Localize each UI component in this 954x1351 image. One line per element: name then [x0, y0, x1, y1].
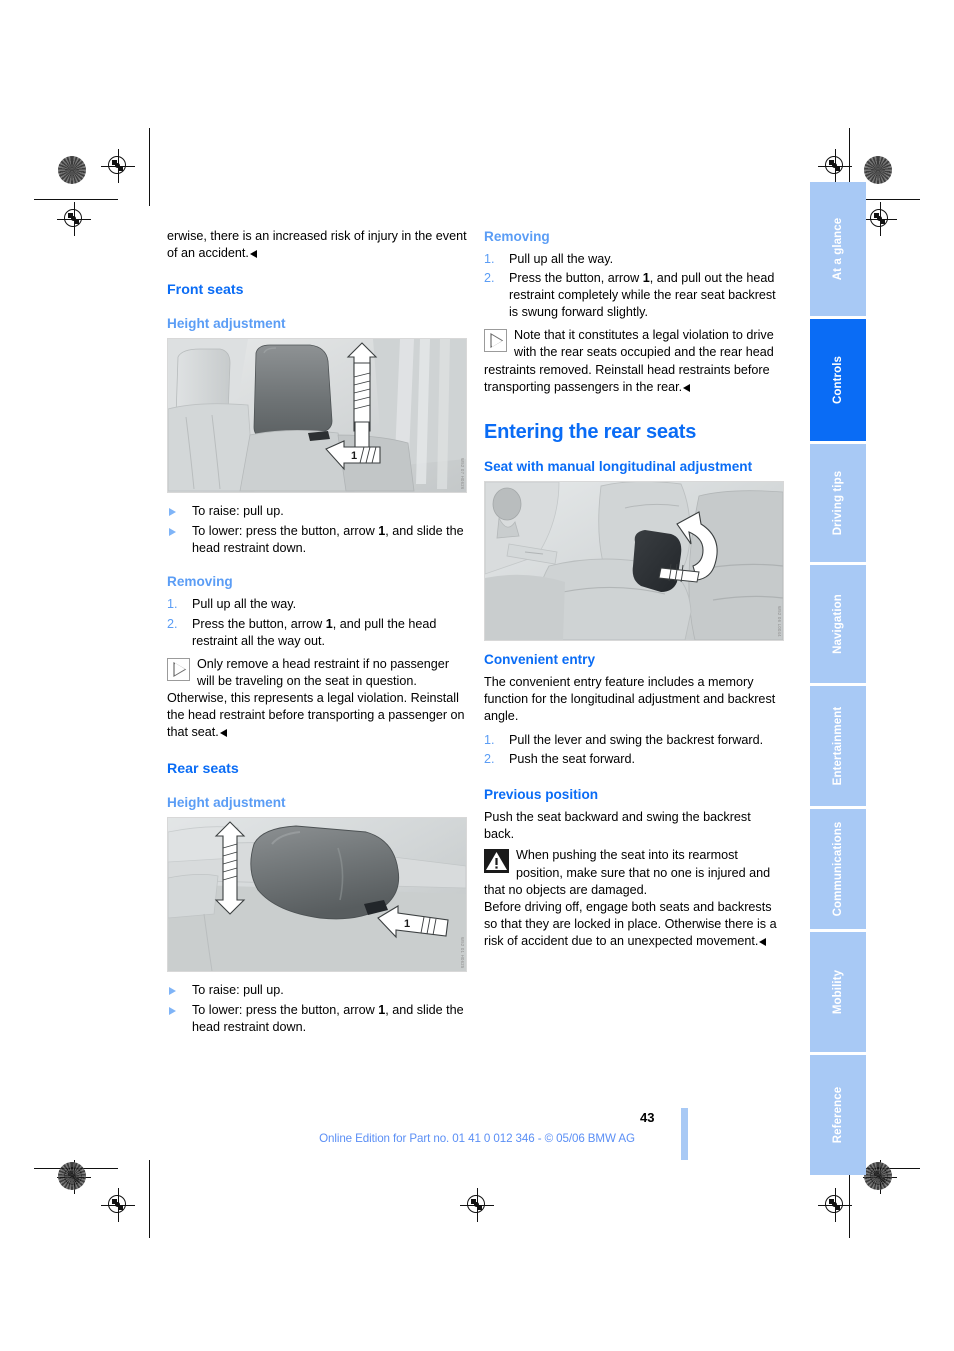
registration-mark-bottom-center — [460, 1188, 494, 1222]
list-item: 1. Pull the lever and swing the backrest … — [484, 732, 784, 749]
figure-manual-longitudinal-graphic — [485, 481, 783, 640]
list-item: 2. Push the seat forward. — [484, 751, 784, 768]
front-seat-bullet-list: To raise: pull up. To lower: press the b… — [167, 503, 467, 557]
warning-followup-paragraph: Before driving off, engage both seats an… — [484, 899, 777, 948]
list-item: To lower: press the button, arrow 1, and… — [167, 523, 467, 557]
list-item: 2. Press the button, arrow 1, and pull th… — [167, 616, 437, 648]
halftone-patch-bottom-right — [864, 1162, 892, 1190]
figure-code: W52 06 L0044 — [777, 605, 782, 637]
heading-rear-seats: Rear seats — [167, 761, 239, 778]
registration-mark-top-left — [101, 149, 135, 183]
convenient-entry-steps: 1. Pull the lever and swing the backrest … — [484, 732, 784, 768]
rear-removing-steps: 1. Pull up all the way. 2. Press the butto… — [484, 251, 784, 321]
figure-code: W52 07 H0626 — [460, 457, 465, 490]
svg-text:1: 1 — [351, 450, 357, 462]
note-text: Only remove a head restraint if no passe… — [167, 656, 465, 740]
sidebar-tab-navigation[interactable]: Navigation — [810, 565, 866, 683]
crop-line-bottom-left-v — [149, 1160, 151, 1238]
registration-mark-top-left-outer — [57, 202, 91, 236]
step-number: 1. — [484, 733, 495, 748]
section-index-tabs: At a glance Controls Driving tips Naviga… — [810, 182, 866, 1178]
figure-code: W52 01 H0625 — [460, 936, 465, 969]
heading-front-seats: Front seats — [167, 282, 244, 299]
sidebar-tab-communications[interactable]: Communications — [810, 809, 866, 929]
heading-height-adjustment-rear: Height adjustment — [167, 795, 286, 811]
list-item: 1. Pull up all the way. — [484, 251, 784, 268]
list-item: 1. Pull up all the way. — [167, 596, 467, 613]
note-block-rear-removing: Note that it constitutes a legal violati… — [484, 327, 784, 395]
list-item: To raise: pull up. — [167, 982, 467, 999]
registration-mark-bottom-left-outer — [101, 1188, 135, 1222]
sidebar-tab-at-a-glance[interactable]: At a glance — [810, 182, 866, 316]
sidebar-tab-controls[interactable]: Controls — [810, 319, 866, 441]
page-number: 43 — [640, 1110, 655, 1125]
sidebar-tab-label: Mobility — [832, 969, 844, 1015]
rear-seat-bullet-list: To raise: pull up. To lower: press the b… — [167, 982, 467, 1036]
sidebar-tab-label: At a glance — [832, 217, 844, 281]
figure-rear-head-restraint: 1 W52 01 H0625 — [167, 817, 467, 973]
sidebar-tab-entertainment[interactable]: Entertainment — [810, 686, 866, 806]
heading-removing-rear: Removing — [484, 229, 550, 244]
crop-line-top-left-h — [34, 199, 118, 201]
svg-text:1: 1 — [404, 918, 410, 930]
step-number: 2. — [484, 752, 495, 767]
manual-page: erwise, there is an increased risk of in… — [0, 0, 954, 1351]
warning-block: When pushing the seat into its rearmost … — [484, 847, 784, 898]
right-text-column: Removing 1. Pull up all the way. 2. Press … — [484, 228, 784, 957]
halftone-patch-top-right — [864, 156, 892, 184]
heading-seat-manual-longitudinal: Seat with manual longitudinal adjustment — [484, 458, 753, 474]
triangle-bullet-icon — [169, 1006, 176, 1015]
sidebar-tab-label: Entertainment — [832, 706, 844, 786]
list-item: To raise: pull up. — [167, 503, 467, 520]
step-number: 2. — [167, 616, 178, 631]
convenient-entry-paragraph: The convenient entry feature includes a … — [484, 674, 776, 723]
warning-triangle-icon — [484, 849, 509, 874]
registration-mark-bottom-right-outer — [818, 1188, 852, 1222]
triangle-bullet-icon — [169, 986, 176, 995]
sidebar-tab-driving-tips[interactable]: Driving tips — [810, 444, 866, 562]
sidebar-tab-label: Driving tips — [832, 470, 844, 536]
registration-mark-top-right — [818, 149, 852, 183]
note-triangle-icon — [484, 329, 507, 353]
end-of-section-marker — [759, 937, 767, 946]
heading-height-adjustment-front: Height adjustment — [167, 316, 286, 332]
step-number: 2. — [484, 271, 495, 286]
sidebar-tab-label: Navigation — [832, 594, 844, 654]
front-removing-steps: 1. Pull up all the way. 2. Press the butto… — [167, 596, 467, 649]
halftone-patch-bottom-left — [58, 1162, 86, 1190]
heading-entering-rear-seats: Entering the rear seats — [484, 420, 697, 443]
sidebar-tab-reference[interactable]: Reference — [810, 1055, 866, 1175]
sidebar-tab-label: Controls — [832, 355, 844, 405]
halftone-patch-top-left — [58, 156, 86, 184]
figure-front-head-restraint: 1 W52 07 H0626 — [167, 338, 467, 494]
figure-front-head-restraint-graphic: 1 — [168, 339, 466, 493]
intro-paragraph: erwise, there is an increased risk of in… — [167, 229, 467, 261]
heading-convenient-entry: Convenient entry — [484, 651, 596, 667]
end-of-section-marker — [683, 383, 691, 392]
note-block-front-removing: Only remove a head restraint if no passe… — [167, 656, 467, 741]
triangle-bullet-icon — [169, 527, 176, 536]
left-text-column: erwise, there is an increased risk of in… — [167, 228, 467, 1043]
crop-line-top-left-v — [149, 128, 151, 206]
note-triangle-icon — [167, 657, 190, 681]
footer-edition-text: Online Edition for Part no. 01 41 0 012 … — [319, 1132, 635, 1145]
sidebar-tab-mobility[interactable]: Mobility — [810, 932, 866, 1052]
list-item: 2. Press the button, arrow 1, and pull ou… — [484, 271, 776, 320]
previous-position-paragraph: Push the seat backward and swing the bac… — [484, 810, 751, 842]
end-of-section-marker — [249, 250, 257, 259]
registration-mark-top-right-outer — [863, 202, 897, 236]
step-number: 1. — [167, 597, 178, 612]
sidebar-tab-label: Communications — [832, 821, 844, 917]
figure-rear-head-restraint-graphic: 1 — [168, 818, 466, 972]
heading-previous-position: Previous position — [484, 787, 599, 803]
warning-text: When pushing the seat into its rearmost … — [484, 848, 771, 897]
end-of-section-marker — [219, 729, 227, 738]
step-number: 1. — [484, 252, 495, 266]
heading-removing-front: Removing — [167, 574, 233, 590]
figure-manual-longitudinal-adjustment: W52 06 L0044 — [484, 480, 784, 641]
note-text: Note that it constitutes a legal violati… — [484, 328, 774, 394]
list-item: To lower: press the button, arrow 1, and… — [167, 1002, 467, 1036]
triangle-bullet-icon — [169, 507, 176, 516]
